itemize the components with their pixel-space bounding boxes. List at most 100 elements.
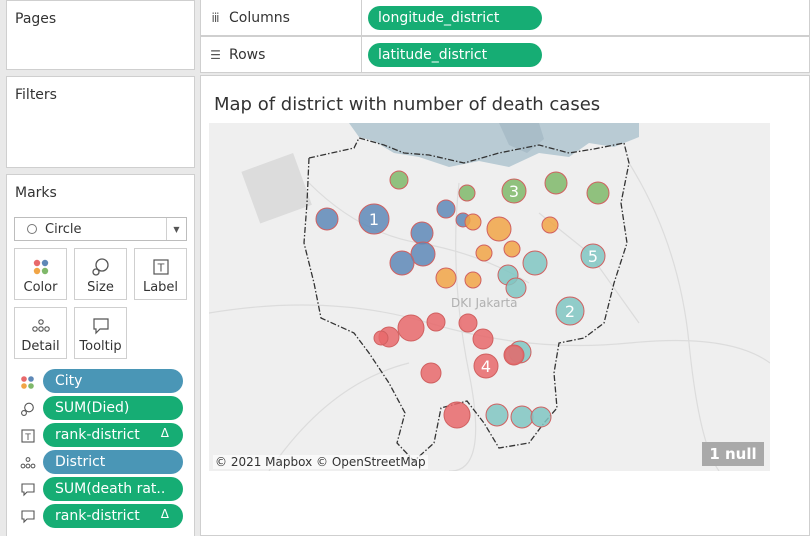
circle-mark-icon [27, 224, 37, 234]
color-button-label: Color [23, 280, 58, 295]
district-mark-red[interactable] [397, 314, 425, 342]
district-mark-red[interactable] [373, 330, 389, 346]
district-mark-red[interactable] [420, 362, 442, 384]
district-mark-red[interactable] [503, 344, 525, 366]
rows-shelf[interactable]: ☰ Rows latitude_district [200, 36, 810, 73]
tooltip-button-label: Tooltip [79, 339, 122, 354]
detail-button[interactable]: Detail [14, 307, 67, 359]
marks-title: Marks [15, 185, 57, 201]
marks-field-sum-died[interactable]: SUM(Died) [20, 396, 184, 420]
district-pill-label: District [55, 454, 106, 470]
marks-field-district[interactable]: District [20, 450, 184, 474]
district-mark-orange[interactable] [464, 271, 482, 289]
district-mark-orange[interactable] [541, 216, 559, 234]
detail-button-label: Detail [21, 339, 60, 354]
tooltip-icon [75, 313, 126, 339]
columns-shelf-label: iii Columns [201, 0, 362, 35]
filters-title: Filters [15, 87, 57, 103]
null-indicator[interactable]: 1 null [702, 442, 764, 466]
marks-field-sum-death-rate[interactable]: SUM(death rat.. [20, 477, 184, 501]
rank-district-tooltip-pill-label: rank-district [55, 508, 140, 524]
size-icon [75, 254, 126, 280]
worksheet-view: Map of district with number of death cas… [200, 75, 810, 536]
district-mark-green[interactable] [389, 170, 409, 190]
city-pill[interactable]: City [43, 369, 183, 393]
district-mark-teal[interactable] [522, 250, 548, 276]
rank-label: 1 [369, 210, 379, 229]
district-mark-teal[interactable] [530, 406, 552, 428]
label-icon: T [135, 254, 186, 280]
size-button[interactable]: Size [74, 248, 127, 300]
pages-card[interactable]: Pages [6, 0, 195, 70]
rows-label-text: Rows [229, 46, 266, 63]
sum-death-rate-pill-label: SUM(death rat.. [55, 481, 166, 497]
color-icon [15, 254, 66, 280]
delta-icon: Δ [160, 426, 169, 440]
svg-text:T: T [24, 433, 31, 443]
district-mark-blue[interactable] [315, 207, 339, 231]
mark-type-dropdown[interactable]: Circle ▼ [14, 217, 187, 241]
sum-died-pill-label: SUM(Died) [55, 400, 130, 416]
view-title: Map of district with number of death cas… [214, 94, 601, 115]
size-button-label: Size [87, 280, 114, 295]
label-icon: T [20, 428, 36, 443]
tooltip-icon [20, 482, 36, 497]
district-mark-teal[interactable] [510, 405, 534, 429]
columns-icon: iii [211, 10, 219, 25]
district-mark-blue[interactable] [410, 241, 436, 267]
district-mark-green[interactable] [544, 171, 568, 195]
tooltip-button[interactable]: Tooltip [74, 307, 127, 359]
rank-district-pill-label: rank-district [55, 427, 140, 443]
rank-district-label-pill[interactable]: rank-district Δ [43, 423, 183, 447]
mark-type-value: Circle [45, 221, 82, 237]
marks-field-rank-district-label[interactable]: T rank-district Δ [20, 423, 184, 447]
district-mark-red[interactable] [426, 312, 446, 332]
label-button[interactable]: T Label [134, 248, 187, 300]
rank-label: 4 [481, 357, 491, 376]
district-mark-orange[interactable] [435, 267, 457, 289]
district-mark-blue[interactable] [389, 250, 415, 276]
color-icon [20, 374, 36, 389]
map-attribution[interactable]: © 2021 Mapbox © OpenStreetMap [213, 455, 428, 469]
delta-icon: Δ [160, 507, 169, 521]
marks-field-city[interactable]: City [20, 369, 184, 393]
svg-text:T: T [156, 262, 164, 275]
rows-icon: ☰ [210, 47, 221, 62]
rank-district-tooltip-pill[interactable]: rank-district Δ [43, 504, 183, 528]
district-mark-blue[interactable] [410, 221, 434, 245]
rank-label: 5 [588, 247, 598, 266]
district-mark-green[interactable] [586, 181, 610, 205]
district-mark-orange[interactable] [486, 216, 512, 242]
marks-field-rank-district-tooltip[interactable]: rank-district Δ [20, 504, 184, 528]
color-button[interactable]: Color [14, 248, 67, 300]
district-mark-orange[interactable] [475, 244, 493, 262]
city-pill-label: City [55, 373, 83, 389]
district-pill[interactable]: District [43, 450, 183, 474]
sum-died-pill[interactable]: SUM(Died) [43, 396, 183, 420]
latitude-district-pill[interactable]: latitude_district [368, 43, 542, 67]
district-mark-blue[interactable] [436, 199, 456, 219]
district-mark-orange[interactable] [464, 213, 482, 231]
district-mark-red[interactable] [472, 328, 494, 350]
map-canvas[interactable]: DKI Jakarta 3 1 5 2 4 [209, 123, 770, 471]
detail-icon [20, 455, 36, 469]
district-mark-orange[interactable] [503, 240, 521, 258]
columns-shelf[interactable]: iii Columns longitude_district [200, 0, 810, 36]
size-icon [20, 401, 36, 416]
longitude-district-pill[interactable]: longitude_district [368, 6, 542, 30]
district-mark-red[interactable] [458, 313, 478, 333]
label-button-label: Label [142, 280, 179, 295]
sum-death-rate-pill[interactable]: SUM(death rat.. [43, 477, 183, 501]
district-mark-teal[interactable] [485, 403, 509, 427]
latitude-district-pill-label: latitude_district [378, 47, 488, 63]
district-mark-green[interactable] [458, 184, 476, 202]
district-mark-teal[interactable] [505, 277, 527, 299]
district-mark-red[interactable] [443, 401, 471, 429]
map-place-label: DKI Jakarta [451, 296, 517, 310]
filters-card[interactable]: Filters [6, 76, 195, 168]
chevron-down-icon[interactable]: ▼ [166, 218, 186, 240]
longitude-district-pill-label: longitude_district [378, 10, 500, 26]
tooltip-icon [20, 509, 36, 524]
map[interactable]: DKI Jakarta 3 1 5 2 4 © 2021 Mapbox © OpenSt… [209, 123, 770, 471]
pages-title: Pages [15, 11, 57, 27]
